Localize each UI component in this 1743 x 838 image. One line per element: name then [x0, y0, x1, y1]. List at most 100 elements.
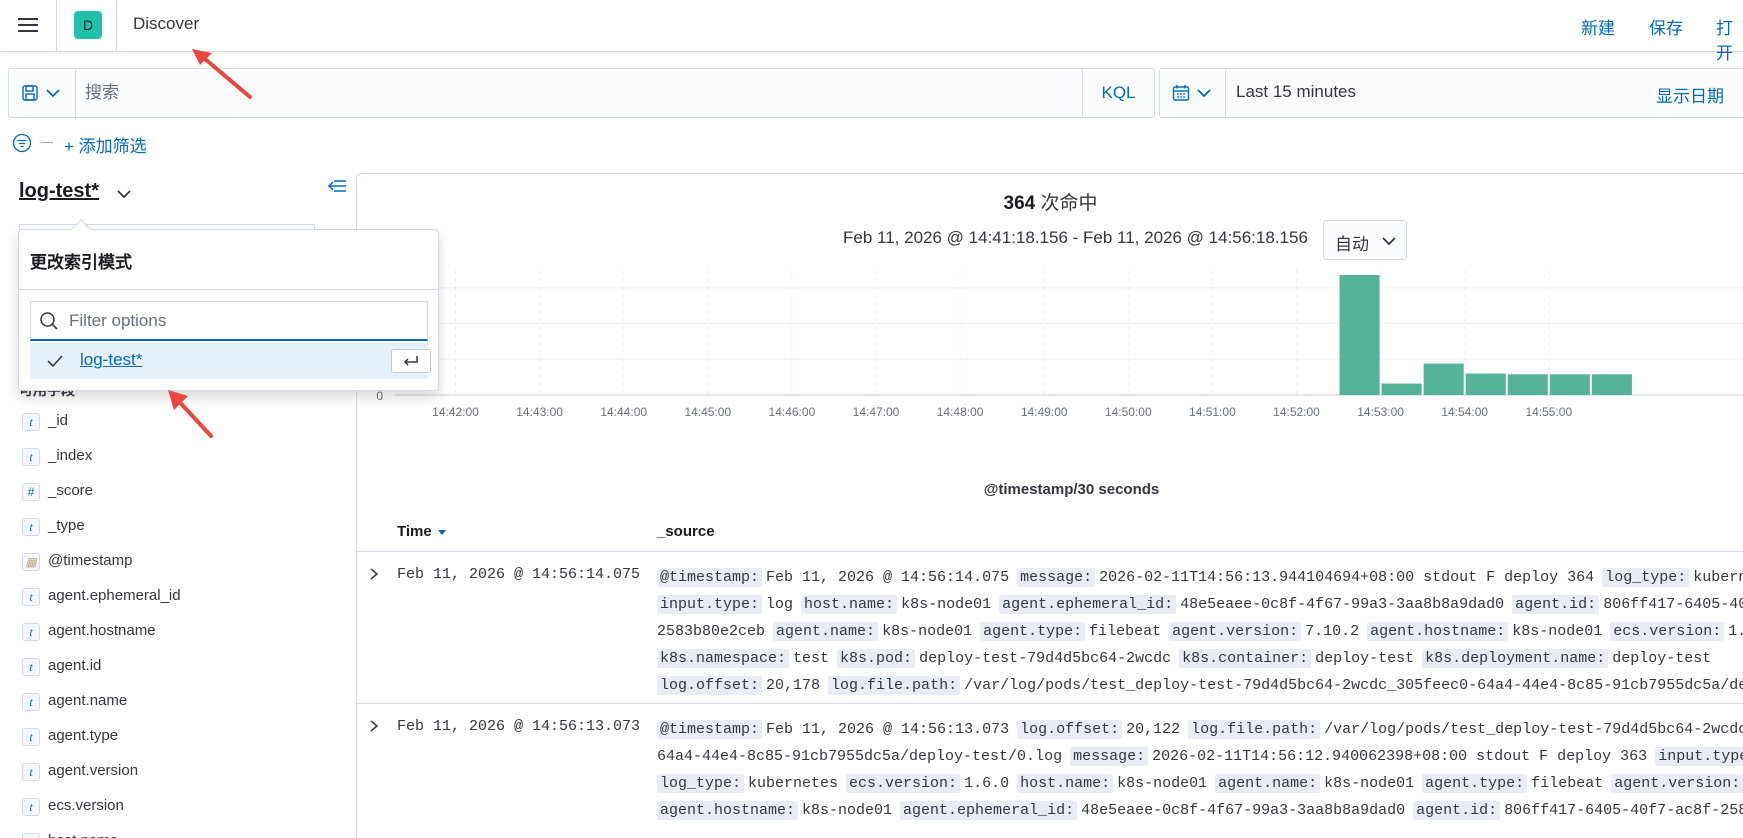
source-field-key: agent.name: — [773, 622, 879, 641]
show-dates-link[interactable]: 显示日期 — [1656, 82, 1724, 107]
source-field-key: agent.type: — [980, 622, 1086, 641]
source-field-value: Feb 11, 2026 @ 14:56:14.075 — [766, 569, 1010, 586]
collapse-sidebar-icon[interactable] — [326, 176, 348, 196]
filter-options-field[interactable] — [30, 301, 428, 341]
source-field-key: agent.ephemeral_id: — [900, 801, 1078, 820]
x-tick-label: 14:51:00 — [1189, 405, 1236, 419]
saved-query-button[interactable] — [9, 69, 76, 117]
expand-row-icon[interactable] — [367, 567, 381, 581]
source-field-key: agent.version: — [1169, 622, 1302, 641]
field-item[interactable]: t agent.name — [22, 686, 342, 721]
filter-divider — [41, 142, 53, 143]
time-column-label: Time — [397, 523, 432, 540]
row-source: @timestamp: Feb 11, 2026 @ 14:56:14.075 me… — [657, 564, 1743, 699]
x-tick-label: 14:53:00 — [1357, 405, 1404, 419]
query-bar: KQL — [8, 68, 1155, 118]
new-link[interactable]: 新建 — [1581, 14, 1615, 39]
chart-date-range: Feb 11, 2026 @ 14:41:18.156 - Feb 11, 20… — [843, 228, 1308, 247]
date-type-icon: ▦ — [22, 553, 40, 571]
x-tick-label: 14:52:00 — [1273, 405, 1320, 419]
save-link[interactable]: 保存 — [1649, 14, 1683, 39]
field-item[interactable]: t _id — [22, 406, 342, 441]
popover-title: 更改索引模式 — [30, 253, 132, 272]
field-name: host.name — [48, 832, 118, 838]
source-field-value: 2583b80e2ceb — [657, 623, 766, 640]
string-type-icon: t — [22, 798, 40, 816]
histogram-chart: 05014:42:0014:43:0014:44:0014:45:0014:46… — [370, 270, 1743, 419]
field-item[interactable]: t agent.type — [22, 721, 342, 756]
x-tick-label: 14:46:00 — [769, 405, 816, 419]
source-field-value: 48e5eaee-0c8f-4f67-99a3-3aa8b8a9dad0 — [1081, 802, 1406, 819]
x-tick-label: 14:50:00 — [1105, 405, 1152, 419]
field-item[interactable]: ▦ @timestamp — [22, 546, 342, 581]
field-name: _id — [48, 412, 69, 429]
field-item[interactable]: t agent.version — [22, 756, 342, 791]
quick-select-button[interactable] — [1160, 69, 1226, 117]
header-divider — [56, 0, 57, 52]
save-icon — [22, 85, 38, 101]
expand-row-icon[interactable] — [367, 719, 381, 733]
field-item[interactable]: # _score — [22, 476, 342, 511]
index-pattern-option[interactable]: log-test* — [30, 343, 431, 379]
source-field-key: host.name: — [801, 595, 898, 614]
filter-icon[interactable] — [12, 133, 32, 153]
string-type-icon: t — [22, 658, 40, 676]
table-row: Feb 11, 2026 @ 14:56:14.075 @timestamp: Fe… — [357, 552, 1743, 704]
field-name: agent.ephemeral_id — [48, 587, 181, 604]
source-field-value: k8s-node01 — [901, 596, 992, 613]
field-item[interactable]: t agent.hostname — [22, 616, 342, 651]
hits-label: 次命中 — [1040, 193, 1098, 214]
x-tick-label: 14:47:00 — [853, 405, 900, 419]
interval-select[interactable]: 自动 — [1323, 220, 1407, 260]
space-avatar[interactable]: D — [74, 11, 102, 39]
source-field-value: k8s-node01 — [882, 623, 973, 640]
string-type-icon: t — [22, 833, 40, 838]
field-item[interactable]: t _type — [22, 511, 342, 546]
time-column-header[interactable]: Time — [397, 523, 446, 540]
source-line: @timestamp: Feb 11, 2026 @ 14:56:14.075 me… — [657, 564, 1743, 591]
field-item[interactable]: t agent.id — [22, 651, 342, 686]
header-divider — [116, 0, 117, 52]
source-field-key: agent.id: — [1413, 801, 1501, 820]
source-field-value: test — [793, 650, 830, 667]
query-language-button[interactable]: KQL — [1082, 69, 1154, 117]
source-field-value: deploy-test-79d4d5bc64-2wcdc — [919, 650, 1172, 667]
enter-key-badge — [391, 349, 431, 373]
field-item[interactable]: t ecs.version — [22, 791, 342, 826]
sort-down-icon — [437, 529, 446, 535]
row-timestamp: Feb 11, 2026 @ 14:56:14.075 — [397, 566, 641, 583]
field-item[interactable]: t _index — [22, 441, 342, 476]
y-tick-label: 0 — [376, 389, 383, 403]
source-field-value: k8s-node01 — [802, 802, 893, 819]
index-pattern-popover: 更改索引模式 log-test* — [18, 219, 439, 391]
x-tick-label: 14:48:00 — [937, 405, 984, 419]
source-field-key: log.file.path: — [828, 676, 961, 695]
chart-bar — [1423, 363, 1464, 395]
popover-divider — [19, 289, 438, 290]
chart-bar — [1339, 275, 1380, 395]
chevron-down-icon[interactable] — [114, 184, 134, 204]
field-item[interactable]: t agent.ephemeral_id — [22, 581, 342, 616]
search-input[interactable] — [85, 82, 985, 104]
source-field-value: k8s-node01 — [1512, 623, 1603, 640]
time-range-text[interactable]: Last 15 minutes — [1236, 82, 1356, 102]
add-filter-button[interactable]: + 添加筛选 — [64, 132, 147, 157]
hamburger-menu-icon[interactable] — [16, 14, 40, 36]
source-column-header: _source — [657, 523, 715, 540]
chart-x-axis-title: @timestamp/30 seconds — [983, 481, 1160, 498]
source-field-value: kubernetes — [1693, 569, 1743, 586]
filter-options-input[interactable] — [69, 310, 409, 332]
source-line: log_type: kubernetes ecs.version: 1.6.0 host… — [657, 770, 1743, 797]
chart-bar — [1381, 383, 1422, 395]
source-field-value: 2026-02-11T14:56:13.944104694+08:00 stdo… — [1099, 569, 1595, 586]
field-item[interactable]: t host.name — [22, 826, 342, 838]
source-field-value: filebeat — [1531, 775, 1604, 792]
source-field-key: host.name: — [1017, 774, 1114, 793]
open-link[interactable]: 打开 — [1716, 14, 1743, 64]
chevron-down-icon — [1197, 89, 1211, 98]
field-name: @timestamp — [48, 552, 133, 569]
source-field-key: log_type: — [657, 774, 745, 793]
source-line: 64a4-44e4-8c85-91cb7955dc5a/deploy-test/… — [657, 743, 1743, 770]
index-pattern-title[interactable]: log-test* — [19, 180, 99, 203]
source-field-key: message: — [1070, 747, 1149, 766]
